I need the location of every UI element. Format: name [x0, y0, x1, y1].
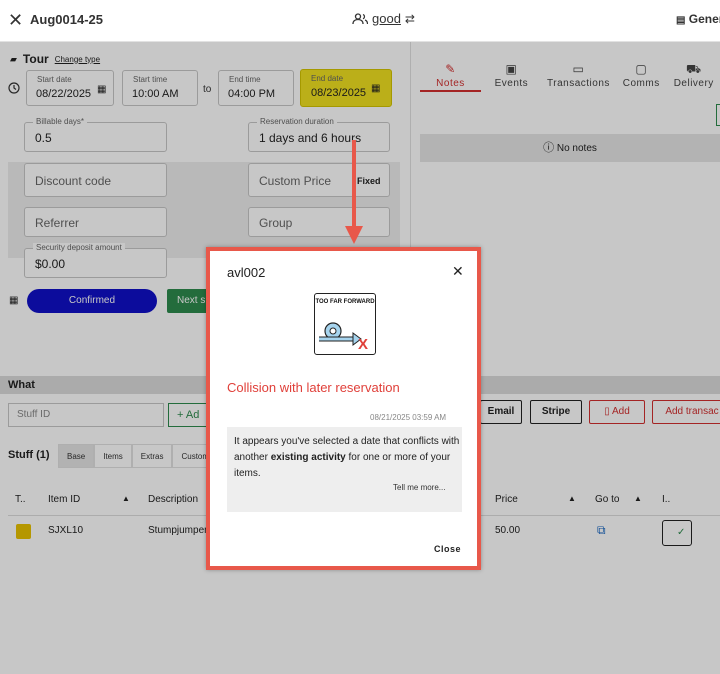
illustration-text: TOO FAR FORWARD — [315, 299, 375, 305]
tell-me-more-link[interactable]: Tell me more... — [393, 483, 445, 492]
close-button[interactable]: Close — [434, 544, 461, 554]
modal-close-icon[interactable]: ✕ — [452, 263, 464, 280]
reservation-title: Aug0014-25 — [30, 12, 103, 27]
modal-heading: Collision with later reservation — [227, 380, 400, 395]
tape-arrow-icon: X — [319, 322, 368, 350]
collision-modal: avl002 ✕ TOO FAR FORWARD X Collision wit… — [206, 247, 481, 570]
users-icon — [352, 12, 368, 24]
customer-link[interactable]: good ⇄ — [352, 11, 415, 26]
document-icon: ▤ — [676, 15, 686, 26]
message-box: It appears you've selected a date that c… — [227, 427, 462, 512]
message-timestamp: 08/21/2025 03:59 AM — [370, 413, 447, 422]
general-label: Gener — [688, 12, 720, 26]
annotation-arrow — [345, 140, 363, 244]
swap-icon[interactable]: ⇄ — [405, 12, 415, 26]
customer-name[interactable]: good — [372, 11, 401, 26]
message-text: It appears you've selected a date that c… — [234, 434, 460, 482]
too-far-forward-illustration: TOO FAR FORWARD X — [314, 293, 376, 355]
close-icon[interactable]: ✕ — [8, 10, 23, 31]
message-text-bold: existing activity — [270, 452, 346, 463]
svg-text:X: X — [358, 336, 368, 350]
modal-title: avl002 — [227, 265, 266, 280]
top-bar: ✕ Aug0014-25 good ⇄ ▤ Gener — [0, 0, 720, 42]
general-menu[interactable]: ▤ Gener — [676, 12, 720, 26]
